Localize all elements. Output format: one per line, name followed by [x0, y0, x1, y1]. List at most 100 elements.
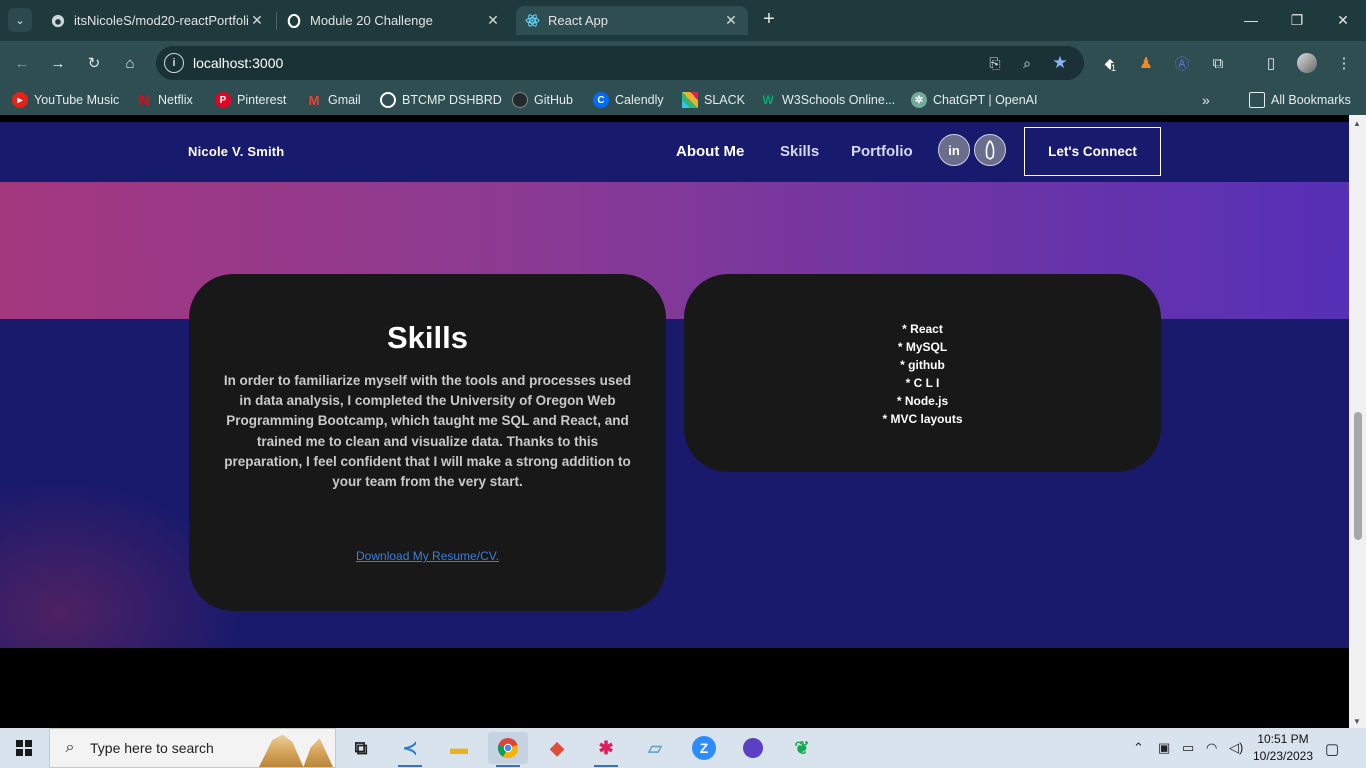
file-explorer-icon[interactable]: ▬ — [439, 732, 479, 764]
meet-now-icon[interactable]: ▣ — [1158, 740, 1170, 756]
taskbar-search[interactable]: ⌕ Type here to search — [49, 728, 336, 768]
site-brand[interactable]: Nicole V. Smith — [188, 144, 284, 159]
side-panel-icon[interactable]: ▯ — [1257, 49, 1285, 77]
tab-title: Module 20 Challenge — [310, 13, 433, 28]
bookmark-youtube-music[interactable]: ▸ YouTube Music — [12, 91, 119, 109]
forward-button[interactable]: → — [44, 49, 72, 77]
profile-avatar[interactable] — [1293, 49, 1321, 77]
nav-link-about-me[interactable]: About Me — [676, 143, 744, 160]
volume-icon[interactable]: ◁) — [1229, 740, 1243, 756]
browser-toolbar: ← → ↻ ⌂ i localhost:3000 ⎘ ⌕ ★ ◆ 1 ♟ Ⓐ ⧉… — [0, 41, 1366, 85]
skill-item: * MySQL — [897, 340, 948, 354]
start-button[interactable] — [0, 728, 48, 768]
search-icon: ⌕ — [65, 739, 75, 756]
install-app-icon[interactable]: ⎘ — [985, 53, 1005, 73]
github-icon[interactable] — [974, 134, 1006, 166]
page-viewport: Nicole V. Smith About Me Skills Portfoli… — [0, 115, 1349, 728]
more-bookmarks-chevron-icon[interactable]: » — [1202, 91, 1210, 109]
skills-description: In order to familiarize myself with the … — [223, 373, 632, 490]
chrome-icon[interactable] — [488, 732, 528, 767]
moon-app-icon[interactable] — [733, 732, 773, 764]
menu-kebab-icon[interactable]: ⋮ — [1330, 49, 1358, 77]
wifi-icon[interactable]: ◠ — [1206, 740, 1217, 756]
tab-module-20[interactable]: Module 20 Challenge ✕ — [278, 6, 510, 35]
tab-search-button[interactable]: ⌄ — [8, 8, 32, 32]
address-bar[interactable]: i localhost:3000 ⎘ ⌕ ★ — [156, 46, 1084, 80]
back-button[interactable]: ← — [8, 49, 36, 77]
pinterest-icon: P — [215, 92, 231, 108]
reload-button[interactable]: ↻ — [80, 49, 108, 77]
nav-link-skills[interactable]: Skills — [780, 143, 819, 160]
site-info-icon[interactable]: i — [164, 53, 184, 73]
bookmark-chatgpt[interactable]: ✲ ChatGPT | OpenAI — [911, 91, 1037, 109]
windows-taskbar: ⌕ Type here to search ⧉ ≺ ▬ ◆ ✱ ▱ Z ❦ ⌃ … — [0, 728, 1366, 768]
calendly-icon: C — [593, 92, 609, 108]
search-highlight-image — [259, 734, 333, 767]
bookmark-calendly[interactable]: C Calendly — [593, 91, 664, 109]
battery-icon[interactable]: ▭ — [1182, 740, 1194, 756]
skills-list: * React * MySQL * github * C L I * Node.… — [684, 320, 1161, 428]
bookmark-netflix[interactable]: N Netflix — [136, 91, 193, 109]
skill-item: * C L I — [905, 376, 940, 390]
close-tab-icon[interactable]: ✕ — [722, 12, 740, 29]
bookmark-pinterest[interactable]: P Pinterest — [215, 91, 286, 109]
browser-tab-strip: ⌄ itsNicoleS/mod20-reactPortfolio ✕ Modu… — [0, 0, 1366, 41]
skill-item: * github — [900, 358, 945, 372]
slack-icon — [682, 92, 698, 108]
openai-icon: ✲ — [911, 92, 927, 108]
scroll-up-arrow-icon[interactable]: ▲ — [1353, 119, 1361, 128]
bookmark-star-icon[interactable]: ★ — [1050, 53, 1070, 73]
scroll-down-arrow-icon[interactable]: ▼ — [1353, 717, 1361, 726]
linkedin-icon[interactable]: in — [938, 134, 970, 166]
close-tab-icon[interactable]: ✕ — [248, 12, 266, 29]
address-url[interactable]: localhost:3000 — [193, 55, 283, 71]
mongodb-icon[interactable]: ❦ — [782, 732, 822, 764]
tab-title: React App — [548, 13, 608, 28]
tab-react-app[interactable]: React App ✕ — [516, 6, 748, 35]
bookmark-slack[interactable]: SLACK — [682, 91, 745, 109]
lets-connect-button[interactable]: Let's Connect — [1024, 127, 1161, 176]
gitkraken-icon[interactable]: ◆ — [537, 732, 577, 764]
nav-link-portfolio[interactable]: Portfolio — [851, 143, 913, 160]
clock-date: 10/23/2023 — [1252, 749, 1314, 763]
zoom-icon[interactable]: ⌕ — [1017, 53, 1037, 73]
opera-icon — [286, 13, 302, 29]
extension-icon[interactable]: ♟ — [1132, 49, 1160, 77]
page-scrollbar[interactable]: ▲ ▼ — [1349, 115, 1366, 728]
show-hidden-icons-chevron-icon[interactable]: ⌃ — [1133, 740, 1144, 756]
tab-github[interactable]: itsNicoleS/mod20-reactPortfolio ✕ — [42, 6, 274, 35]
skills-title: Skills — [387, 320, 468, 355]
netflix-icon: N — [138, 91, 150, 109]
youtube-music-icon: ▸ — [12, 92, 28, 108]
extension-notification-icon[interactable]: ◆ 1 — [1096, 49, 1124, 77]
zoom-icon[interactable]: Z — [684, 732, 724, 764]
bookmark-github[interactable]: GitHub — [512, 91, 573, 109]
restore-button[interactable]: ❐ — [1274, 0, 1320, 40]
new-tab-button[interactable]: + — [758, 8, 780, 32]
scroll-thumb[interactable] — [1354, 412, 1362, 540]
task-view-icon[interactable]: ⧉ — [341, 732, 381, 764]
extensions-puzzle-icon[interactable]: ⧉ — [1204, 49, 1232, 77]
search-placeholder: Type here to search — [90, 740, 214, 756]
bookmark-btcmp-dshbrd[interactable]: BTCMP DSHBRD — [380, 91, 502, 109]
site-navbar: Nicole V. Smith About Me Skills Portfoli… — [0, 122, 1349, 182]
vscode-icon[interactable]: ≺ — [390, 732, 430, 767]
all-bookmarks-folder[interactable]: All Bookmarks — [1249, 91, 1351, 109]
notes-app-icon[interactable]: ▱ — [635, 732, 675, 764]
skill-item: * React — [902, 322, 943, 336]
notifications-icon[interactable]: ▢ — [1325, 740, 1339, 758]
react-icon — [524, 13, 540, 29]
extension-a-icon[interactable]: Ⓐ — [1168, 49, 1196, 77]
folder-icon — [1249, 92, 1265, 108]
windows-logo-icon — [16, 740, 32, 756]
minimize-button[interactable]: — — [1228, 0, 1274, 40]
home-button[interactable]: ⌂ — [116, 49, 144, 77]
download-resume-link[interactable]: Download My Resume/CV. — [189, 549, 666, 563]
system-clock[interactable]: 10:51 PM 10/23/2023 — [1248, 731, 1318, 765]
bookmark-gmail[interactable]: M Gmail — [306, 91, 361, 109]
slack-icon[interactable]: ✱ — [586, 732, 626, 767]
skill-item: * MVC layouts — [882, 412, 963, 426]
bookmark-w3schools[interactable]: W W3Schools Online... — [760, 91, 895, 109]
close-window-button[interactable]: ✕ — [1320, 0, 1366, 40]
close-tab-icon[interactable]: ✕ — [484, 12, 502, 29]
